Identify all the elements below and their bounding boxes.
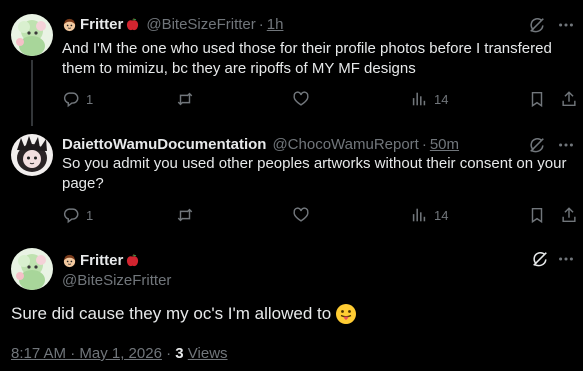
- reply-tweet-1[interactable]: Fritter @BiteSizeFritter · 1h And I'M th…: [0, 14, 583, 126]
- views-button[interactable]: 14: [410, 90, 448, 108]
- face-emoji: [62, 253, 77, 268]
- timestamp[interactable]: 50m: [430, 136, 459, 153]
- face-emoji: [62, 17, 77, 32]
- bookmark-icon: [531, 91, 543, 108]
- reply-tweet-2[interactable]: DaiettoWamuDocumentation @ChocoWamuRepor…: [0, 134, 583, 234]
- thread-line: [31, 60, 33, 126]
- user-handle[interactable]: @ChocoWamuReport: [272, 136, 418, 153]
- display-name[interactable]: Fritter: [80, 252, 123, 269]
- tweet-timestamp[interactable]: 8:17 AM · May 1, 2026: [11, 345, 162, 362]
- reply-button[interactable]: 1: [62, 206, 93, 224]
- apple-emoji: [125, 17, 140, 32]
- share-button[interactable]: [560, 206, 578, 224]
- views-count[interactable]: 3: [175, 345, 183, 362]
- separator: ·: [166, 345, 172, 362]
- reply-count: 1: [86, 91, 94, 107]
- avatar[interactable]: [11, 248, 53, 290]
- share-button[interactable]: [560, 90, 578, 108]
- action-bar: 1 14: [62, 90, 582, 110]
- grok-icon[interactable]: [531, 250, 549, 268]
- separator: ·: [258, 15, 264, 33]
- user-handle[interactable]: @BiteSizeFritter: [62, 272, 171, 289]
- reply-button[interactable]: 1: [62, 90, 93, 108]
- bookmark-icon: [531, 207, 543, 224]
- main-tweet-text: Sure did cause they my oc's I'm allowed …: [11, 302, 357, 326]
- share-icon: [562, 207, 576, 223]
- bookmark-button[interactable]: [528, 206, 546, 224]
- reply-icon: [63, 208, 79, 224]
- repost-icon: [177, 92, 193, 106]
- repost-icon: [177, 208, 193, 222]
- views-button[interactable]: 14: [410, 206, 448, 224]
- display-name[interactable]: DaiettoWamuDocumentation: [62, 136, 266, 153]
- avatar[interactable]: [11, 134, 53, 176]
- like-button[interactable]: [292, 90, 316, 108]
- bookmark-button[interactable]: [528, 90, 546, 108]
- reply-text: And I'M the one who used those for their…: [62, 40, 552, 77]
- heart-icon: [293, 207, 309, 222]
- reply-count: 1: [86, 207, 94, 223]
- reply-text: So you admit you used other peoples artw…: [62, 155, 567, 192]
- views-icon: [412, 92, 426, 106]
- views-label[interactable]: Views: [188, 345, 228, 362]
- more-icon[interactable]: [557, 16, 575, 34]
- views-count: 14: [434, 91, 449, 107]
- avatar[interactable]: [11, 14, 53, 56]
- views-count: 14: [434, 207, 449, 223]
- repost-button[interactable]: [176, 206, 200, 224]
- share-icon: [562, 91, 576, 107]
- timestamp[interactable]: 1h: [267, 16, 284, 33]
- reply-icon: [63, 92, 79, 108]
- tongue-out-emoji: [335, 303, 357, 325]
- tweet-meta: 8:17 AM · May 1, 2026 · 3 Views: [11, 345, 228, 362]
- views-icon: [412, 208, 426, 222]
- more-icon[interactable]: [557, 250, 575, 268]
- heart-icon: [293, 91, 309, 106]
- user-handle[interactable]: @BiteSizeFritter: [146, 16, 255, 33]
- grok-icon[interactable]: [528, 136, 546, 154]
- grok-icon[interactable]: [528, 16, 546, 34]
- action-bar: 1 14: [62, 206, 582, 226]
- tweet-text: Sure did cause they my oc's I'm allowed …: [11, 304, 332, 323]
- main-tweet-header: Fritter: [62, 250, 140, 270]
- apple-emoji: [125, 253, 140, 268]
- display-name[interactable]: Fritter: [80, 16, 123, 33]
- reply-header: DaiettoWamuDocumentation @ChocoWamuRepor…: [62, 134, 459, 154]
- repost-button[interactable]: [176, 90, 200, 108]
- like-button[interactable]: [292, 206, 316, 224]
- more-icon[interactable]: [557, 136, 575, 154]
- separator: ·: [421, 135, 427, 153]
- reply-header: Fritter @BiteSizeFritter · 1h: [62, 14, 283, 34]
